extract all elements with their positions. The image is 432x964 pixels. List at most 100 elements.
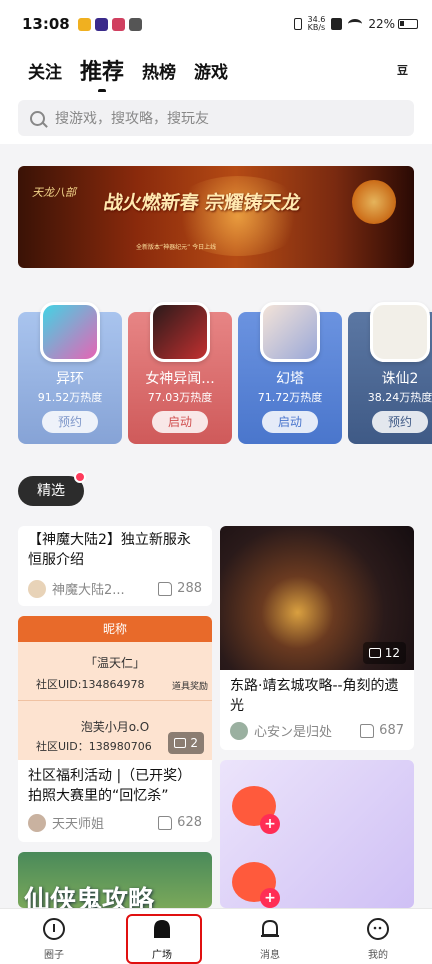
card-image: 12 (220, 526, 414, 670)
feed-card[interactable]: 昵称 「温天仁」 社区UID:134864978 道具奖励 泡芙小月o.O 社区… (18, 616, 212, 842)
nav-me[interactable]: 我的 (324, 909, 432, 964)
game-name: 女神异闻... (145, 371, 215, 387)
table-header: 昵称 (18, 616, 212, 642)
card-title: 社区福利活动 |（已开奖）拍照大赛里的“回忆杀” (28, 768, 192, 804)
nav-circle[interactable]: 圈子 (0, 909, 108, 964)
avatar (230, 721, 248, 740)
game-card-huanta[interactable]: 幻塔 71.72万热度 启动 (238, 302, 342, 444)
card-image-text: 仙侠鬼攻略 (24, 886, 155, 908)
notification-app-icon (111, 17, 125, 31)
card-title: 东路·靖玄城攻略--角刻的遗光 (230, 678, 399, 714)
banner-headline: 战火燃新春 宗耀铸天龙 (102, 192, 302, 214)
mail-icon (128, 17, 142, 31)
feed-card[interactable]: + + (220, 760, 414, 908)
wifi-icon (348, 19, 363, 29)
table-row-name: 「温天仁」 (84, 656, 145, 670)
card-meta: 神魔大陆2... 288 (28, 579, 202, 598)
game-icon (150, 302, 210, 362)
game-icon (40, 302, 100, 362)
reserve-button[interactable]: 预约 (42, 411, 98, 433)
game-heat: 91.52万热度 (37, 391, 103, 404)
section-label-text: 精选 (37, 483, 65, 499)
game-icon (370, 302, 430, 362)
game-icon (260, 302, 320, 362)
game-card-zhuxian[interactable]: 诛仙2 38.24万热度 预约 (348, 302, 432, 444)
promo-banner[interactable]: 天龙八部 战火燃新春 宗耀铸天龙 全新版本“神器纪元” 今日上线 (18, 166, 414, 268)
status-right: 34.6 KB/s 22% (293, 15, 418, 32)
like-count[interactable]: 288 (158, 581, 202, 596)
section-label: 精选 (18, 471, 86, 506)
dou-entry[interactable]: 豆 (397, 62, 408, 78)
launch-button[interactable]: 启动 (262, 411, 318, 433)
plus-icon: + (260, 814, 280, 834)
search-icon (30, 110, 45, 126)
tab-hot[interactable]: 热榜 (142, 58, 176, 83)
game-heat: 38.24万热度 (367, 391, 432, 404)
notification-app-icon (77, 17, 91, 31)
banner-subline: 全新版本“神器纪元” 今日上线 (136, 244, 217, 251)
image-icon (368, 648, 381, 658)
profile-icon (367, 918, 389, 940)
game-heat: 71.72万热度 (257, 391, 323, 404)
game-carousel: 异环 91.52万热度 预约 女神异闻... 77.03万热度 启动 幻塔 71… (0, 290, 432, 460)
image-count-badge: 2 (168, 732, 204, 754)
card-image: 昵称 「温天仁」 社区UID:134864978 道具奖励 泡芙小月o.O 社区… (18, 616, 212, 760)
like-count[interactable]: 687 (360, 723, 404, 738)
battery-percent: 22% (368, 17, 395, 31)
table-row-uid: 社区UID：138980706 (36, 740, 152, 753)
game-name: 诛仙2 (381, 371, 419, 387)
card-meta: 天天师姐 628 (28, 813, 202, 832)
avatar (28, 579, 46, 598)
avatar (28, 813, 46, 832)
image-icon (174, 738, 187, 748)
status-time: 13:08 (22, 15, 70, 33)
game-name: 幻塔 (276, 371, 304, 387)
banner-logo: 天龙八部 (32, 186, 76, 199)
plus-icon: + (260, 888, 280, 908)
game-card-persona[interactable]: 女神异闻... 77.03万热度 启动 (128, 302, 232, 444)
thumb-up-icon (360, 723, 375, 738)
status-bar: 13:08 34.6 KB/s 22% (0, 0, 432, 48)
nav-label: 消息 (260, 950, 280, 961)
table-row-extra: 道具奖励 (172, 682, 209, 692)
notification-app-icon (94, 17, 108, 31)
search-input[interactable]: 搜游戏，搜攻略，搜玩友 (18, 100, 414, 136)
app-root: 13:08 34.6 KB/s 22% 关注 推荐 热榜 游戏 豆 搜游戏，搜攻… (0, 0, 432, 964)
card-author: 神魔大陆2... (52, 583, 125, 598)
launch-button[interactable]: 启动 (152, 411, 208, 433)
divider (18, 700, 212, 701)
sim-icon (331, 18, 343, 30)
highlight-box (126, 914, 202, 964)
card-author: 心安ン是归处 (254, 725, 333, 740)
battery-icon (398, 19, 418, 29)
vibrate-icon (293, 18, 302, 30)
circle-icon (43, 918, 65, 940)
search-section: 搜游戏，搜攻略，搜玩友 (0, 92, 432, 144)
table-row-uid: 社区UID:134864978 (36, 678, 145, 691)
search-placeholder: 搜游戏，搜攻略，搜玩友 (55, 111, 209, 127)
game-name: 异环 (56, 371, 84, 387)
thumb-up-icon (158, 581, 173, 596)
tab-follow[interactable]: 关注 (28, 58, 62, 83)
nav-messages[interactable]: 消息 (216, 909, 324, 964)
reserve-button[interactable]: 预约 (372, 411, 428, 433)
bottom-nav: 圈子 广场 消息 我的 (0, 908, 432, 964)
lantern-icon (352, 180, 396, 224)
tab-recommend[interactable]: 推荐 (80, 54, 124, 93)
image-count-badge: 12 (362, 642, 406, 664)
nav-label: 圈子 (44, 950, 64, 961)
game-heat: 77.03万热度 (147, 391, 213, 404)
feed-card[interactable]: 仙侠鬼攻略 (18, 852, 212, 908)
bell-icon (261, 919, 279, 937)
nav-label: 我的 (368, 950, 388, 961)
feed-card[interactable]: 12 东路·靖玄城攻略--角刻的遗光 心安ン是归处 687 (220, 526, 414, 750)
new-dot (74, 471, 86, 483)
tab-games[interactable]: 游戏 (194, 58, 228, 83)
network-speed: 34.6 KB/s (307, 15, 326, 32)
card-title: 【神魔大陆2】独立新服永恒服介绍 (28, 532, 191, 568)
card-meta: 心安ン是归处 687 (230, 721, 404, 740)
thumb-up-icon (158, 815, 173, 830)
like-count[interactable]: 628 (158, 815, 202, 830)
feed-card[interactable]: 【神魔大陆2】独立新服永恒服介绍 神魔大陆2... 288 (18, 526, 212, 606)
game-card-yihuan[interactable]: 异环 91.52万热度 预约 (18, 302, 122, 444)
